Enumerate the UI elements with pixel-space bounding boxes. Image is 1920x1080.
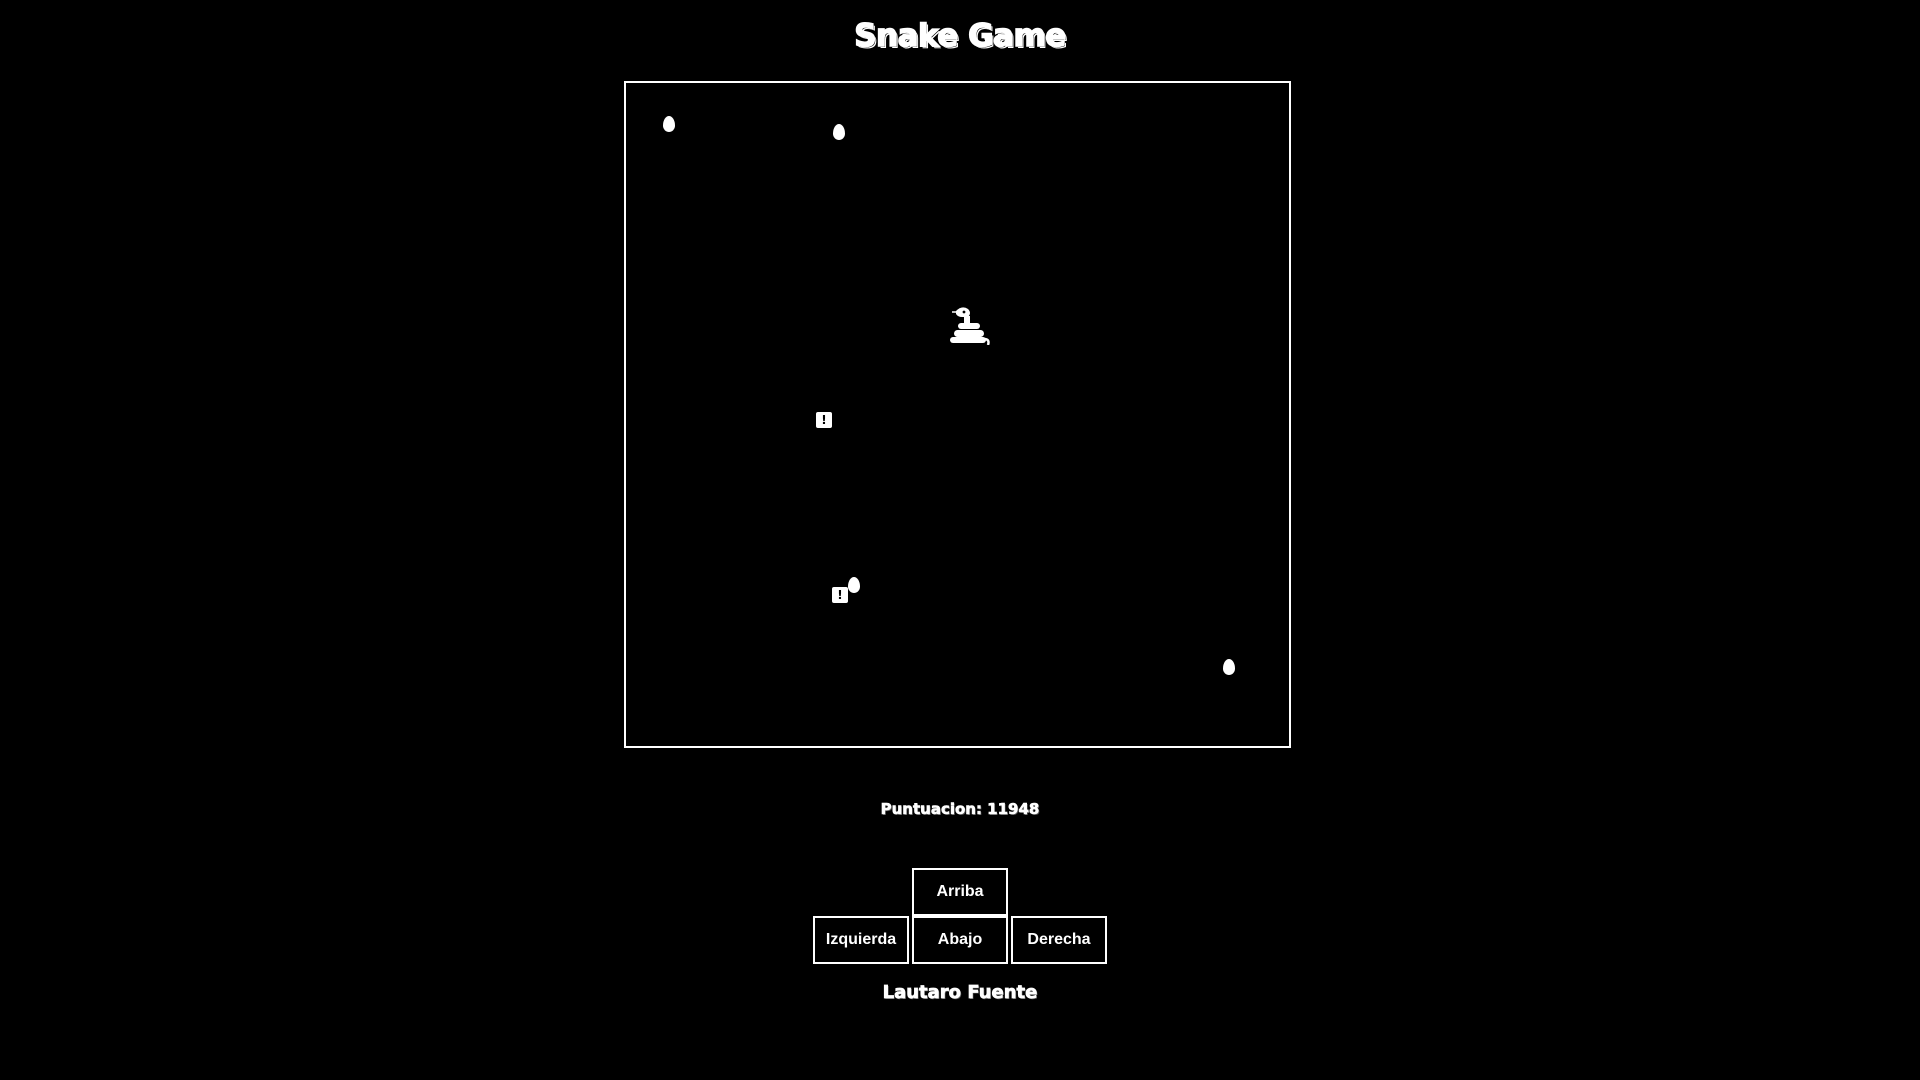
game-board: ! !: [624, 81, 1291, 748]
warning-block-icon: !: [816, 412, 832, 428]
page-title: Snake Game: [853, 17, 1067, 55]
author-credit: Lautaro Fuente: [882, 982, 1038, 1004]
game-page: Snake Game ! ! Puntuacion: 11948 Arriba …: [0, 0, 1920, 1080]
egg-icon: [1223, 659, 1235, 675]
score-display: Puntuacion: 11948: [880, 800, 1040, 819]
egg-icon: [833, 124, 845, 140]
left-button[interactable]: Izquierda: [813, 916, 909, 964]
down-button[interactable]: Abajo: [912, 916, 1008, 964]
right-button[interactable]: Derecha: [1011, 916, 1107, 964]
egg-icon: [848, 577, 860, 593]
egg-icon: [663, 116, 675, 132]
up-button[interactable]: Arriba: [912, 868, 1008, 916]
coiled-snake-icon: [946, 305, 990, 346]
warning-block-icon: !: [832, 587, 848, 603]
